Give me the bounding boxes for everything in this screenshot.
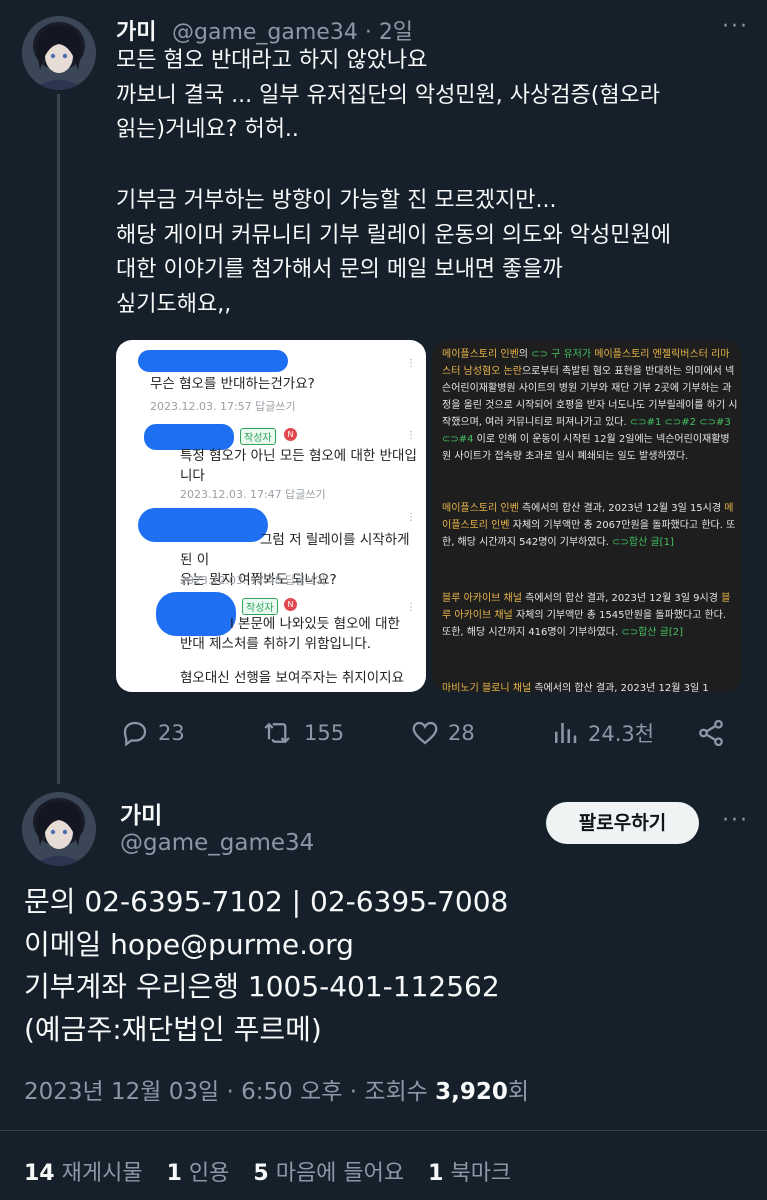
quotes-stat[interactable]: 1 인용 [167, 1155, 230, 1187]
wiki-text-run[interactable]: 메이플스토리 인벤 [442, 349, 519, 360]
likes-label: 마음에 들어요 [275, 1161, 405, 1186]
likes-count: 5 [253, 1161, 269, 1186]
tweet-text-line-4: (예금주:재단법인 푸르메) [24, 1013, 322, 1046]
view-total: 3,920 [435, 1079, 508, 1105]
wiki-text-run: 이로 인해 이 운동이 시작된 12월 2일에는 넥슨어린이재활병원 사이트가 … [442, 434, 730, 462]
author-name[interactable]: 가미 [116, 14, 156, 46]
author-badge: 작성자 [240, 428, 276, 445]
like-count: 28 [448, 721, 475, 745]
retweet-icon [264, 722, 290, 744]
follow-button[interactable]: 팔로우하기 [546, 802, 699, 844]
author-handle[interactable]: @game_game34 [120, 830, 314, 856]
comment-meta-3: 2023.12.03. 17:48 답글쓰기 [180, 574, 326, 587]
more-options-icon[interactable]: ··· [722, 14, 749, 39]
avatar[interactable] [22, 792, 96, 866]
wiki-paragraph-4: 마비노기 블로니 채널 측에서의 합산 결과, 2023년 12월 3일 1 [442, 680, 738, 692]
wiki-text-run[interactable]: ⊂⊃ 구 유저가 [531, 349, 594, 360]
attached-image-wiki[interactable]: 메이플스토리 인벤의 ⊂⊃ 구 유저가 메이플스토리 엔젤릭버스터 리마스터 남… [432, 340, 742, 692]
engagement-stats: 14 재게시물 1 인용 5 마음에 들어요 1 북마크 [24, 1155, 511, 1187]
author-handle-time[interactable]: @game_game34 · 2일 [172, 14, 413, 46]
new-badge: N [284, 598, 297, 611]
views-button[interactable]: 24.3천 [550, 718, 654, 748]
wiki-text-run: 의 [518, 349, 532, 360]
wiki-text-run[interactable]: 마비노기 블로니 채널 [442, 683, 531, 692]
retweets-stat[interactable]: 14 재게시물 [24, 1155, 143, 1187]
wiki-paragraph-1: 메이플스토리 인벤의 ⊂⊃ 구 유저가 메이플스토리 엔젤릭버스터 리마스터 남… [442, 346, 738, 465]
quotes-count: 1 [166, 1161, 182, 1186]
reply-icon [123, 721, 147, 747]
bar-chart-icon [555, 723, 577, 743]
bookmarks-label: 북마크 [450, 1161, 512, 1186]
retweets-label: 재게시물 [61, 1161, 143, 1186]
wiki-text-run[interactable]: 메이플스토리 인벤 [442, 503, 519, 514]
comment-answer-1: 특정 혐오가 아닌 모든 혐오에 대한 반대입 니다 [180, 448, 417, 484]
tweet-text-part-1: 모든 혐오 반대라고 하지 않았나요 까보니 결국 ... 일부 유저집단의 악… [116, 48, 661, 143]
more-options-icon[interactable]: ··· [722, 808, 749, 833]
tweet-date[interactable]: 2023년 12월 03일 · 6:50 오후 · 조회수 [24, 1079, 435, 1105]
wiki-text-run[interactable]: 메이플스토리 엔젤릭버스터 [594, 349, 708, 360]
new-badge: N [284, 428, 297, 441]
comment-meta-2: 2023.12.03. 17:47 답글쓰기 [180, 488, 326, 501]
author-handle[interactable]: @game_game34 [172, 20, 358, 45]
heart-icon [412, 721, 438, 745]
bookmarks-stat[interactable]: 1 북마크 [428, 1155, 511, 1187]
share-button[interactable] [696, 718, 726, 748]
kebab-icon: ⋮ [406, 512, 416, 523]
wiki-paragraph-2: 메이플스토리 인벤 측에서의 합산 결과, 2023년 12월 3일 15시경 … [442, 500, 738, 551]
wiki-paragraph-3: 블루 아카이브 채널 측에서의 합산 결과, 2023년 12월 3일 9시경 … [442, 590, 738, 641]
retweet-count: 155 [304, 721, 345, 745]
like-button[interactable]: 28 [410, 718, 475, 748]
view-unit: 회 [507, 1079, 530, 1105]
tweet-meta[interactable]: 2023년 12월 03일 · 6:50 오후 · 조회수 3,920회 [24, 1072, 529, 1106]
quotes-label: 인용 [188, 1161, 230, 1186]
kebab-icon: ⋮ [406, 430, 416, 441]
wiki-text-run: 측에서의 합산 결과, 2023년 12월 3일 1 [531, 683, 709, 692]
comment-question-1: 무슨 혐오를 반대하는건가요? [150, 376, 315, 392]
tweet-text-line-3: 기부계좌 우리은행 1005-401-112562 [24, 970, 500, 1003]
thread-line [57, 94, 60, 784]
reply-button[interactable]: 23 [120, 718, 185, 748]
author-name[interactable]: 가미 [120, 796, 162, 830]
share-icon [699, 719, 723, 747]
wiki-text-run: 측에서의 합산 결과, 2023년 12월 3일 9시경 [521, 593, 722, 604]
kebab-icon: ⋮ [406, 602, 416, 613]
view-count: 24.3천 [588, 722, 655, 746]
avatar[interactable] [22, 16, 96, 90]
comment-meta-1: 2023.12.03. 17:57 답글쓰기 [150, 400, 296, 413]
tweet-time[interactable]: · 2일 [365, 20, 413, 45]
redaction-scribble [138, 350, 288, 372]
bookmarks-count: 1 [428, 1161, 444, 1186]
author-badge: 작성자 [242, 598, 278, 615]
avatar-image [22, 792, 96, 866]
reply-count: 23 [158, 721, 185, 745]
comment-answer-2: l 본문에 나와있듯 혐오에 대한 반대 제스처를 취하기 위함입니다. [180, 616, 400, 652]
wiki-text-run[interactable]: 블루 아카이브 채널 [442, 593, 522, 604]
tweet-text-line-1: 문의 02-6395-7102 | 02-6395-7008 [24, 885, 509, 918]
wiki-text-run[interactable]: ⊂⊃합산 글[1] [612, 537, 674, 548]
divider [0, 1130, 767, 1131]
tweet-text-part-2: 기부금 거부하는 방향이 가능할 진 모르겠지만... 해당 게이머 커뮤니티 … [116, 188, 671, 317]
likes-stat[interactable]: 5 마음에 들어요 [253, 1155, 404, 1187]
kebab-icon: ⋮ [406, 358, 416, 369]
tweet-text-line-2: 이메일 hope@purme.org [24, 928, 354, 961]
attached-image-comments[interactable]: ⋮ 무슨 혐오를 반대하는건가요? 2023.12.03. 17:57 답글쓰기… [116, 340, 426, 692]
retweets-count: 14 [24, 1161, 55, 1186]
retweet-button[interactable]: 155 [262, 718, 344, 748]
wiki-text-run: 측에서의 합산 결과, 2023년 12월 3일 15시경 [518, 503, 725, 514]
comment-answer-2-tail: 혐오대신 선행을 보여주자는 취지이지요 [180, 670, 405, 686]
wiki-text-run[interactable]: ⊂⊃합산 글[2] [621, 627, 683, 638]
avatar-image [22, 16, 96, 90]
